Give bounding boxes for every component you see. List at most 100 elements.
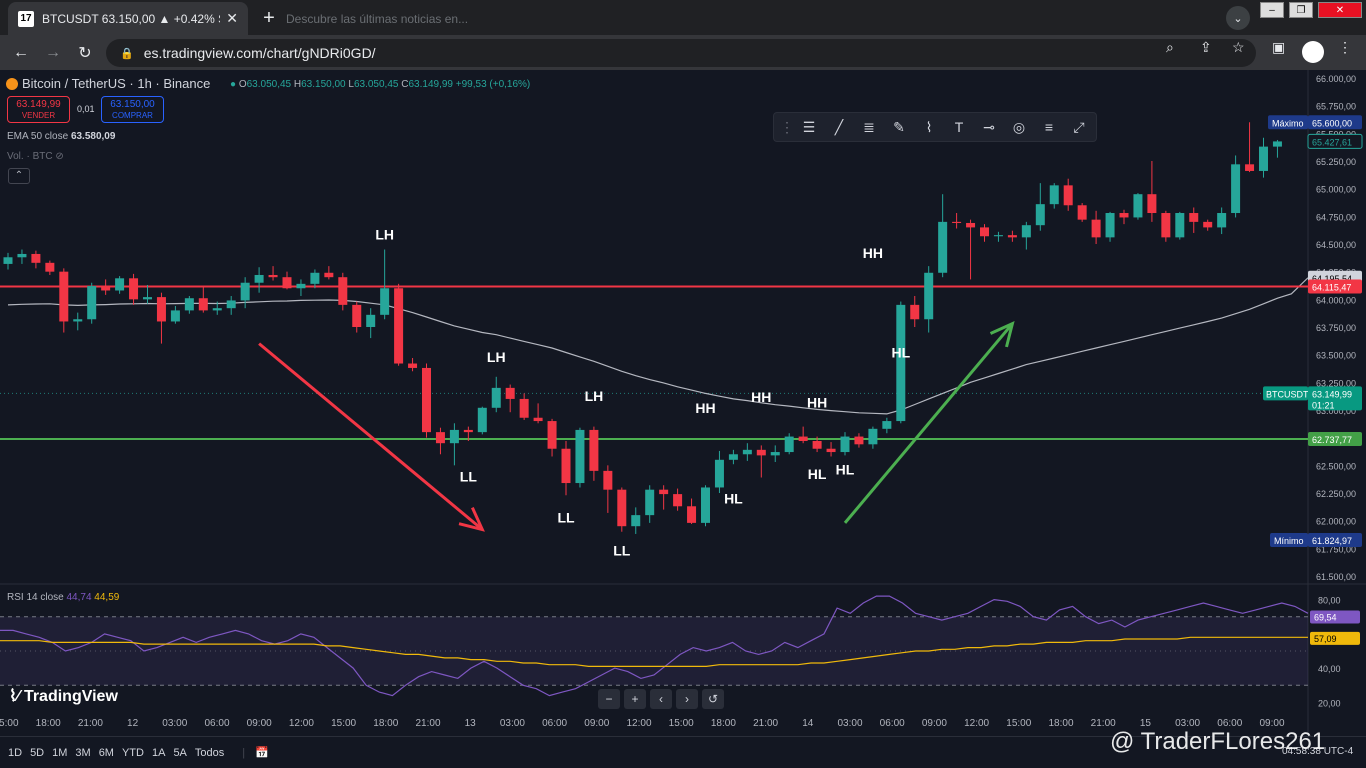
ohlc-o-label: O [238, 79, 247, 90]
candle-body [673, 494, 683, 507]
range-1d[interactable]: 1D [8, 747, 22, 759]
circle-tool-icon[interactable]: ◎ [1004, 113, 1034, 141]
avatar[interactable] [1302, 41, 1324, 63]
rsi-ma-tag-label: 57,09 [1314, 634, 1337, 644]
x-tick-label: 21:00 [415, 718, 440, 729]
tradingview-logo: ⌇⁄ TradingView [9, 686, 118, 706]
divider: | [242, 746, 246, 759]
range-3m[interactable]: 3M [75, 747, 90, 759]
resistance-price-tag-label: 64.115,47 [1312, 283, 1351, 293]
candle-body [422, 367, 431, 433]
close-icon[interactable]: ✕ [226, 10, 238, 27]
tab-bar: 17 BTCUSDT 63.150,00 ▲ +0.42% Sin ✕ Desc… [0, 0, 1366, 35]
candle-body [840, 436, 850, 453]
candle-body [491, 387, 501, 408]
candle-body [1133, 194, 1143, 218]
candle-body [589, 429, 599, 471]
candle-body [854, 436, 864, 445]
chart-zoom-controls: − + ‹ › ↺ [598, 689, 724, 709]
eye-hidden-icon[interactable]: ⊘ [55, 151, 63, 162]
range-6m[interactable]: 6M [99, 747, 114, 759]
range-1a[interactable]: 1A [152, 747, 165, 759]
candle-body [408, 363, 418, 368]
buy-button[interactable]: 63.150,00 COMPRAR [101, 96, 164, 123]
path-tool-icon[interactable]: ⌇ [914, 113, 944, 141]
x-tick-label: 06:00 [204, 718, 229, 729]
candle-body [184, 298, 194, 311]
vol-label: Vol. · BTC [7, 151, 53, 162]
candle-body [505, 387, 515, 399]
bitcoin-icon [6, 78, 18, 90]
tab-inactive[interactable]: Descubre las últimas noticias en... [276, 2, 486, 35]
fib-tool-icon[interactable]: ☰ [794, 113, 824, 141]
back-arrow-icon[interactable]: ← [10, 42, 32, 64]
window-close-button[interactable]: ✕ [1318, 2, 1362, 18]
range-ytd[interactable]: YTD [122, 747, 144, 759]
zoom-in-button[interactable]: + [624, 689, 646, 709]
x-tick-label: 12 [127, 718, 139, 729]
reload-icon[interactable]: ↻ [74, 42, 96, 64]
y-tick-label: 65.000,00 [1316, 185, 1356, 195]
zoom-icon[interactable]: ⌕ [1166, 39, 1174, 56]
x-tick-label: 15:00 [331, 718, 356, 729]
x-tick-label: 15:00 [669, 718, 694, 729]
candle-body [449, 429, 459, 444]
x-tick-label: 18:00 [36, 718, 61, 729]
y-tick-label: 65.750,00 [1316, 102, 1356, 112]
ray-tool-icon[interactable]: ⤢ [1064, 113, 1094, 141]
text-tool-icon[interactable]: T [944, 113, 974, 141]
forward-arrow-icon[interactable]: → [42, 42, 64, 64]
trendline-tool-icon[interactable]: ╱ [824, 113, 854, 141]
max-price-tag-label: 65.600,00 [1312, 118, 1352, 128]
brush-tool-icon[interactable]: ✎ [884, 113, 914, 141]
volume-legend[interactable]: Vol. · BTC ⊘ [7, 151, 64, 162]
chevron-down-icon[interactable]: ⌄ [1226, 6, 1250, 30]
horizontal-ray-icon[interactable]: ⊸ [974, 113, 1004, 141]
kebab-menu-icon[interactable]: ⋮ [1338, 39, 1352, 56]
range-5d[interactable]: 5D [30, 747, 44, 759]
zoom-out-button[interactable]: − [598, 689, 620, 709]
tab-active[interactable]: 17 BTCUSDT 63.150,00 ▲ +0.42% Sin ✕ [8, 2, 248, 35]
reset-chart-button[interactable]: ↺ [702, 689, 724, 709]
address-bar[interactable]: 🔒 es.tradingview.com/chart/gNDRi0GD/ [106, 39, 1256, 67]
candle-body [87, 286, 97, 320]
symbol-title[interactable]: Bitcoin / TetherUS · 1h · Binance [6, 76, 210, 91]
range-todos[interactable]: Todos [195, 747, 224, 759]
rsi-legend[interactable]: RSI 14 close 44,74 44,59 [7, 592, 119, 603]
scroll-right-button[interactable]: › [676, 689, 698, 709]
candle-body [617, 489, 627, 527]
maximize-button[interactable]: ❐ [1289, 2, 1313, 18]
fib-retracement-icon[interactable]: ≣ [854, 113, 884, 141]
structure-label: HH [807, 395, 827, 411]
candle-body [268, 274, 278, 278]
calendar-icon[interactable]: 📅 [255, 746, 269, 759]
new-tab-button[interactable]: + [256, 5, 282, 31]
candle-body [1217, 213, 1227, 228]
rsi-tag-label: 69,54 [1314, 613, 1337, 623]
candle-body [1007, 235, 1017, 238]
max-label: Máximo [1272, 118, 1304, 128]
range-1m[interactable]: 1M [52, 747, 67, 759]
share-icon[interactable]: ⇪ [1200, 39, 1212, 56]
ema-legend[interactable]: EMA 50 close 63.580,09 [7, 131, 115, 142]
chart-canvas[interactable]: 66.000,0065.750,0065.500,0065.250,0065.0… [0, 70, 1366, 736]
sell-button[interactable]: 63.149,99 VENDER [7, 96, 70, 123]
y-tick-label: 61.500,00 [1316, 572, 1356, 582]
candle-body [1231, 164, 1241, 214]
star-icon[interactable]: ☆ [1232, 39, 1245, 56]
candle-body [1245, 164, 1255, 171]
candle-body [143, 297, 152, 300]
range-5a[interactable]: 5A [173, 747, 186, 759]
tv-mark-icon: ⌇⁄ [9, 688, 24, 705]
drag-handle-icon[interactable]: ⋮ [780, 113, 794, 141]
scroll-left-button[interactable]: ‹ [650, 689, 672, 709]
collapse-legend-button[interactable]: ⌃ [8, 168, 30, 184]
candle-body [966, 222, 976, 228]
rsi-tick-label: 20,00 [1318, 698, 1341, 708]
support-price-tag-label: 62.737,77 [1312, 435, 1352, 445]
minimize-button[interactable]: – [1260, 2, 1284, 18]
sidepanel-icon[interactable]: ▣ [1272, 39, 1285, 56]
lines-tool-icon[interactable]: ≡ [1034, 113, 1064, 141]
sell-price: 63.149,99 [16, 99, 61, 110]
candle-body [1105, 213, 1115, 238]
